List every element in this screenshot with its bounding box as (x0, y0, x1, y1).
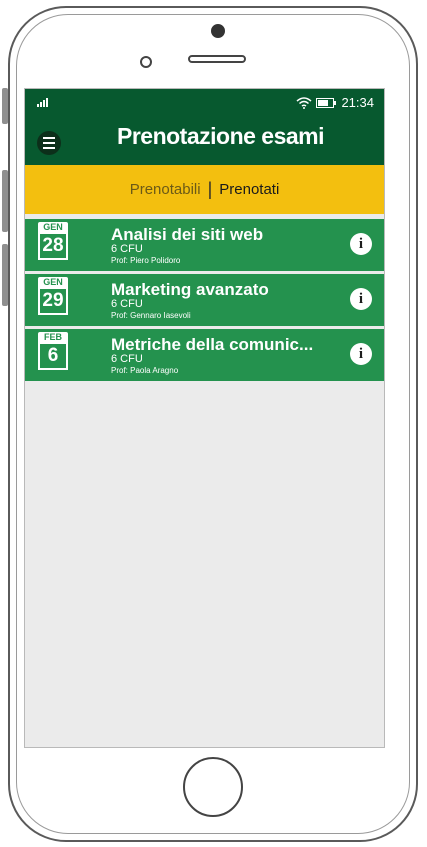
calendar-day: 6 (38, 342, 68, 370)
app-screen: 21:34 Prenotazione esami Prenotabili | P… (24, 88, 385, 748)
info-icon[interactable]: i (350, 343, 372, 365)
exam-professor: Prof: Piero Polidoro (111, 256, 181, 265)
calendar-day: 28 (38, 232, 68, 260)
calendar-icon: GEN 28 (36, 222, 70, 264)
status-bar: 21:34 (25, 95, 384, 111)
info-icon[interactable]: i (350, 288, 372, 310)
battery-icon (316, 97, 337, 108)
status-right: 21:34 (296, 95, 374, 110)
tab-prenotati[interactable]: Prenotati (219, 181, 279, 198)
exam-list: GEN 28 Analisi dei siti web 6 CFU Prof: … (25, 219, 384, 381)
exam-credits: 6 CFU (111, 243, 143, 255)
calendar-month: GEN (38, 277, 68, 287)
app-header: 21:34 Prenotazione esami (25, 89, 384, 165)
calendar-month: GEN (38, 222, 68, 232)
exam-credits: 6 CFU (111, 353, 143, 365)
tabs-bar: Prenotabili | Prenotati (25, 165, 384, 214)
exam-row[interactable]: GEN 29 Marketing avanzato 6 CFU Prof: Ge… (25, 274, 384, 326)
exam-credits: 6 CFU (111, 298, 143, 310)
page-title: Prenotazione esami (117, 123, 325, 149)
phone-camera (211, 24, 225, 38)
phone-home-button[interactable] (183, 757, 243, 817)
phone-side-button-mute (2, 88, 8, 124)
exam-professor: Prof: Paola Aragno (111, 366, 179, 375)
signal-icon (37, 98, 48, 107)
exam-name: Marketing avanzato (111, 280, 269, 299)
calendar-month: FEB (38, 332, 68, 342)
calendar-icon: GEN 29 (36, 277, 70, 319)
phone-side-button-volume-up (2, 170, 8, 232)
calendar-icon: FEB 6 (36, 332, 70, 374)
exam-professor: Prof: Gennaro Iasevoli (111, 311, 191, 320)
tab-prenotabili[interactable]: Prenotabili (130, 181, 201, 198)
wifi-icon (296, 96, 312, 109)
calendar-day: 29 (38, 287, 68, 315)
phone-side-button-volume-down (2, 244, 8, 306)
exam-row[interactable]: GEN 28 Analisi dei siti web 6 CFU Prof: … (25, 219, 384, 271)
exam-name: Metriche della comunic... (111, 335, 314, 354)
hamburger-menu-icon[interactable] (37, 131, 61, 155)
phone-speaker (188, 55, 246, 63)
status-time: 21:34 (341, 95, 374, 110)
tab-separator: | (207, 179, 213, 199)
phone-sensor (140, 56, 152, 68)
info-icon[interactable]: i (350, 233, 372, 255)
exam-name: Analisi dei siti web (111, 225, 264, 244)
exam-row[interactable]: FEB 6 Metriche della comunic... 6 CFU Pr… (25, 329, 384, 381)
